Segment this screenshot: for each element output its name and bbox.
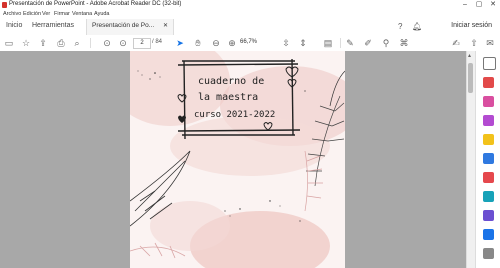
hand-tool-icon[interactable]: ✋︎: [192, 37, 204, 49]
tab-document-label: Presentación de Po...: [92, 22, 155, 29]
pdf-page: cuaderno de la maestra curso 2021-2022: [130, 51, 345, 268]
cover-title-line-2: la maestra: [198, 92, 258, 103]
share-icon[interactable]: ⇧: [468, 37, 480, 49]
page-artwork: cuaderno de la maestra curso 2021-2022: [130, 51, 345, 268]
comment-tool-icon[interactable]: [483, 134, 494, 145]
combine-files-icon[interactable]: [483, 153, 494, 164]
menu-bar: Archivo Edición Ver Firmar Ventana Ayuda: [0, 10, 500, 19]
sign-icon[interactable]: ✍︎: [450, 37, 462, 49]
menu-firmar[interactable]: Firmar: [54, 11, 70, 17]
draw-icon[interactable]: ✐: [362, 37, 374, 49]
menu-ayuda[interactable]: Ayuda: [94, 11, 110, 17]
tab-inicio[interactable]: Inicio: [6, 22, 22, 29]
scroll-mode-icon[interactable]: ⇕: [297, 37, 309, 49]
menu-ventana[interactable]: Ventana: [72, 11, 92, 17]
request-signature-icon[interactable]: [483, 210, 494, 221]
acrobat-app-icon: [2, 2, 7, 8]
fill-sign-icon[interactable]: [483, 191, 494, 202]
maximize-button[interactable]: ▢: [472, 0, 486, 10]
bookmark-star-icon[interactable]: ☆: [20, 37, 32, 49]
more-tools-panel-icon[interactable]: [483, 248, 494, 259]
page-number-input[interactable]: 2: [133, 38, 151, 49]
next-page-icon[interactable]: ⊙: [117, 37, 129, 49]
save-icon[interactable]: ▭: [3, 37, 15, 49]
vertical-scrollbar[interactable]: ▴: [466, 51, 475, 268]
notification-bell-icon[interactable]: 🔔︎: [412, 22, 422, 31]
print-icon[interactable]: ⎙: [55, 37, 67, 49]
comment-icon[interactable]: ▤: [322, 37, 334, 49]
more-tools-icon[interactable]: ⌘: [398, 37, 410, 49]
menu-ver[interactable]: Ver: [42, 11, 50, 17]
close-window-button[interactable]: ✕: [486, 0, 500, 10]
scroll-up-arrow-icon[interactable]: ▴: [468, 52, 471, 59]
protect-icon[interactable]: [483, 229, 494, 240]
email-icon[interactable]: ✉︎: [484, 37, 496, 49]
toolbar: ▭ ☆ ⇪ ⎙ ⌕ ⊙ ⊙ 2 / 84 ➤ ✋︎ ⊖ ⊕ 66,7% ⇳ ⇕ …: [0, 35, 500, 52]
right-tools-panel: [475, 51, 500, 268]
tab-bar: Inicio Herramientas Presentación de Po..…: [0, 19, 500, 36]
cover-title-line-3: curso 2021-2022: [194, 110, 275, 120]
export-pdf-icon[interactable]: [483, 77, 494, 88]
cover-title-line-1: cuaderno de: [198, 76, 264, 87]
sign-in-link[interactable]: Iniciar sesión: [451, 22, 492, 29]
zoom-out-icon[interactable]: ⊖: [210, 37, 222, 49]
scrollbar-thumb[interactable]: [468, 63, 473, 93]
stamp-icon[interactable]: ⚲: [380, 37, 392, 49]
highlight-pen-icon[interactable]: ✎: [344, 37, 356, 49]
previous-page-icon[interactable]: ⊙: [101, 37, 113, 49]
zoom-in-icon[interactable]: ⊕: [226, 37, 238, 49]
toolbar-divider: [340, 38, 341, 48]
page-total: / 84: [152, 39, 163, 45]
tab-close-icon[interactable]: ✕: [163, 22, 168, 29]
toolbar-divider: [90, 38, 91, 48]
zoom-level-dropdown[interactable]: 66,7%: [240, 39, 257, 45]
search-icon[interactable]: ⌕: [71, 37, 83, 49]
tab-herramientas[interactable]: Herramientas: [32, 22, 74, 29]
menu-edicion[interactable]: Edición: [23, 11, 41, 17]
document-workspace[interactable]: cuaderno de la maestra curso 2021-2022: [0, 51, 466, 268]
organize-pages-icon[interactable]: [483, 172, 494, 183]
edit-pdf-icon[interactable]: [483, 115, 494, 126]
window-title: Presentación de PowerPoint - Adobe Acrob…: [9, 1, 182, 7]
upload-icon[interactable]: ⇪: [37, 37, 49, 49]
minimize-button[interactable]: –: [458, 0, 472, 10]
tab-document[interactable]: Presentación de Po... ✕: [86, 19, 174, 35]
help-icon[interactable]: ?: [398, 22, 402, 31]
search-tool-icon[interactable]: [483, 57, 496, 70]
title-bar: Presentación de PowerPoint - Adobe Acrob…: [0, 0, 500, 10]
select-cursor-icon[interactable]: ➤: [174, 37, 186, 49]
create-pdf-icon[interactable]: [483, 96, 494, 107]
fit-page-icon[interactable]: ⇳: [280, 37, 292, 49]
menu-archivo[interactable]: Archivo: [3, 11, 21, 17]
